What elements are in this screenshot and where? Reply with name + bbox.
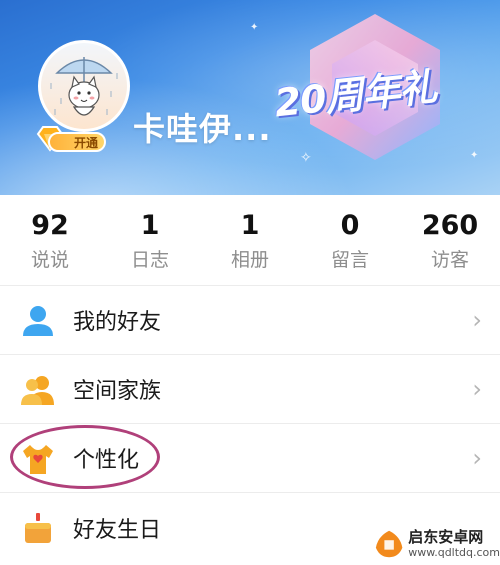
watermark-logo-icon	[375, 530, 403, 557]
stat-label: 说说	[30, 249, 69, 271]
avatar[interactable]	[38, 40, 130, 132]
chevron-right-icon: ›	[472, 444, 482, 472]
stat-label: 日志	[130, 249, 169, 271]
chevron-right-icon: ›	[472, 375, 482, 403]
stat-visitors[interactable]: 260 访客	[400, 195, 500, 285]
stat-label: 相册	[230, 249, 269, 271]
profile-banner[interactable]: ✦ ✦ ✧ 20周年礼 开通 卡哇伊...	[0, 0, 500, 195]
nickname[interactable]: 卡哇伊...	[133, 104, 271, 150]
stat-messages[interactable]: 0 留言	[300, 195, 400, 285]
stat-label: 留言	[330, 249, 369, 271]
menu-item-family[interactable]: 空间家族 ›	[0, 355, 500, 424]
tshirt-icon	[23, 445, 53, 474]
stat-blog[interactable]: 1 日志	[100, 195, 200, 285]
sparkle-icon: ✦	[250, 22, 259, 33]
menu-item-label: 好友生日	[73, 517, 162, 543]
menu-item-label: 我的好友	[73, 310, 162, 335]
vip-open-badge[interactable]: 开通	[48, 132, 106, 152]
menu-list: 我的好友 › 空间家族 › 个性化 › 好友生日	[0, 286, 500, 562]
family-icon	[21, 376, 54, 405]
cake-icon	[25, 513, 51, 543]
sparkle-icon: ✦	[470, 150, 479, 161]
friend-icon	[23, 306, 53, 336]
stat-label: 访客	[430, 249, 469, 271]
stats-row: 92 说说 1 日志 1 相册 0 留言 260 访客	[0, 195, 500, 286]
stat-value: 1	[240, 210, 260, 241]
cat-umbrella-avatar-image	[50, 57, 118, 116]
menu-item-label: 个性化	[73, 448, 140, 473]
stat-value: 92	[31, 210, 69, 241]
menu-item-personalize[interactable]: 个性化 ›	[0, 424, 500, 493]
stat-value: 1	[140, 210, 160, 241]
menu-item-label: 空间家族	[73, 379, 162, 404]
stat-shuoshuo[interactable]: 92 说说	[0, 195, 100, 285]
stat-album[interactable]: 1 相册	[200, 195, 300, 285]
watermark: 启东安卓网 www.qdltdq.com	[370, 522, 500, 565]
stat-value: 260	[421, 210, 479, 241]
stat-value: 0	[340, 210, 360, 241]
menu-item-friends[interactable]: 我的好友 ›	[0, 286, 500, 355]
chevron-right-icon: ›	[472, 306, 482, 334]
watermark-url: www.qdltdq.com	[408, 545, 500, 559]
watermark-title: 启东安卓网	[408, 527, 484, 546]
